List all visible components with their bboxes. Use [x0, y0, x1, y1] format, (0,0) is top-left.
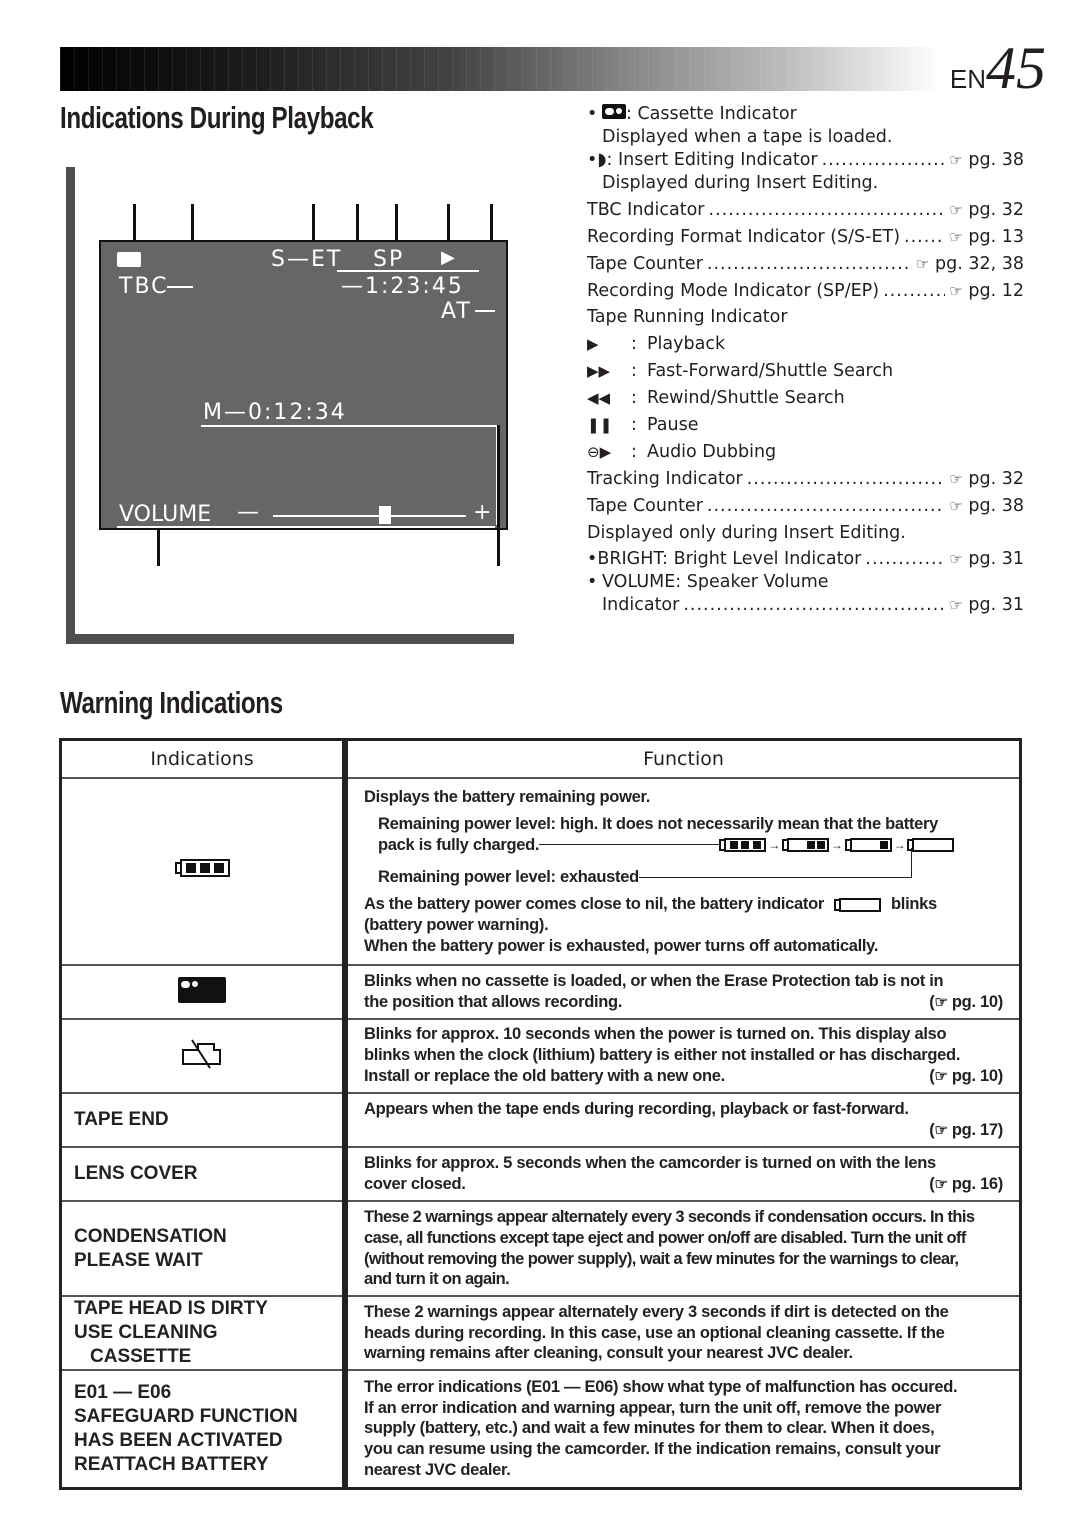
osd-volume-plus: + [473, 500, 494, 525]
table-row: Blinks when no cassette is loaded, or wh… [60, 964, 1021, 1019]
list-item: Recording Mode Indicator (SP/EP) ☞ pg. 1… [587, 281, 1024, 308]
battery-two-thirds-icon [781, 837, 829, 852]
section-title-warnings: Warning Indications [60, 685, 283, 720]
page-ref: pg. 32 [968, 199, 1024, 220]
fast-forward-icon: ▶▶ [587, 362, 611, 381]
page-ref: pg. 13 [968, 226, 1024, 247]
list-item: Displayed only during Insert Editing. [587, 522, 906, 543]
osd-recording-format: S—ET [271, 247, 343, 272]
warning-condensation: CONDENSATION [74, 1225, 227, 1247]
callout-line [497, 425, 500, 566]
osd-volume-thumb [378, 506, 391, 524]
pause-icon: ❚❚ [587, 416, 613, 435]
list-item: Recording Format Indicator (S/S-ET) ☞ pg… [587, 227, 1024, 254]
page-ref: pg. 38 [968, 495, 1024, 516]
battery-empty-icon [834, 897, 882, 912]
indicator-list: • : Cassette Indicator Displayed when a … [587, 104, 1024, 618]
table-row: TAPE HEAD IS DIRTY USE CLEANING CASSETTE T… [60, 1295, 1021, 1370]
osd-play-icon: ▶ [441, 247, 457, 268]
list-item: • : Cassette Indicator [587, 104, 797, 124]
rewind-icon: ◀◀ [587, 389, 611, 408]
insert-edit-icon: ◗: Insert Editing Indicator [597, 150, 818, 170]
list-item: Tape Counter ☞ pg. 38 [587, 496, 1024, 523]
table-row: E01 — E06 SAFEGUARD FUNCTION HAS BEEN ACTI… [60, 1369, 1021, 1488]
page-ref: pg. 12 [968, 280, 1024, 301]
page-ref: pg. 32, 38 [934, 253, 1024, 274]
cassette-icon [178, 977, 226, 1003]
osd-tbc: TBC [119, 274, 169, 299]
hand-icon: ☞ [949, 227, 963, 246]
hand-icon: ☞ [949, 200, 963, 219]
list-item: ❚❚: Pause [587, 415, 699, 436]
table-row: Displays the battery remaining power. Re… [60, 777, 1021, 965]
hand-icon: ☞ [934, 1067, 948, 1085]
page-ref: pg. 38 [968, 150, 1024, 170]
battery-full-icon [719, 837, 767, 852]
list-item: Indicator ☞ pg. 31 [587, 595, 1024, 618]
osd-volume-minus: — [237, 500, 261, 525]
header-indications: Indications [60, 739, 348, 778]
table-header: Indications Function [60, 739, 1021, 778]
battery-empty-icon [907, 837, 955, 852]
hand-icon: ☞ [934, 993, 948, 1011]
hand-icon: ☞ [949, 469, 963, 488]
page-ref: pg. 31 [968, 595, 1024, 616]
callout-line [157, 530, 160, 566]
clock-battery-icon [182, 1038, 221, 1069]
warning-error-codes: E01 — E06 [74, 1381, 172, 1403]
list-item: • BRIGHT: Bright Level Indicator ☞ pg. 3… [587, 549, 1024, 572]
play-icon: ▶ [587, 335, 599, 354]
osd-screen: TBC S—ET SP ▶ —1:23:45 AT M—0:12:34 VOLU… [99, 240, 508, 530]
table-row: Blinks for approx. 10 seconds when the p… [60, 1018, 1021, 1093]
warning-tape-head-dirty: TAPE HEAD IS DIRTY [74, 1298, 268, 1319]
hand-icon: ☞ [915, 254, 930, 273]
list-item: Tape Counter ☞ pg. 32, 38 [587, 254, 1024, 281]
warning-table: Indications Function Displays the batter… [59, 738, 1022, 1490]
table-row: TAPE END Appears when the tape ends duri… [60, 1092, 1021, 1147]
hand-icon: ☞ [949, 151, 963, 169]
battery-full-icon [174, 859, 230, 877]
osd-recording-mode: SP [373, 247, 405, 272]
hand-icon: ☞ [934, 1121, 948, 1139]
table-row: LENS COVER Blinks for approx. 5 seconds … [60, 1146, 1021, 1201]
page-number-value: 45 [986, 35, 1046, 101]
list-item: ▶▶: Fast-Forward/Shuttle Search [587, 361, 894, 382]
osd-memory-counter: M—0:12:34 [203, 400, 347, 425]
list-item: ⊖▶: Audio Dubbing [587, 441, 777, 462]
list-item: ▶: Playback [587, 334, 726, 355]
list-item: Displayed during Insert Editing. [602, 173, 879, 193]
warning-lens-cover: LENS COVER [74, 1163, 198, 1184]
hand-icon: ☞ [949, 596, 963, 615]
battery-one-third-icon [844, 837, 892, 852]
cassette-icon [117, 252, 141, 267]
diagram-frame-bottom [66, 634, 514, 644]
hand-icon: ☞ [949, 550, 963, 569]
osd-volume-label: VOLUME [119, 502, 212, 527]
osd-volume-track [273, 515, 466, 517]
list-item: • VOLUME: Speaker Volume [587, 572, 829, 593]
list-item: TBC Indicator ☞ pg. 32 [587, 200, 1024, 227]
list-item: Tape Running Indicator [587, 307, 788, 328]
list-item: Displayed when a tape is loaded. [602, 127, 893, 147]
hand-icon: ☞ [949, 281, 963, 300]
list-item: ◀◀: Rewind/Shuttle Search [587, 388, 845, 409]
diagram-frame [66, 167, 75, 644]
page-lang: EN [949, 64, 986, 94]
hand-icon: ☞ [934, 1175, 948, 1193]
audio-dub-icon: ⊖▶ [587, 442, 612, 461]
osd-tracking: AT [441, 299, 472, 324]
playback-osd-diagram: TBC S—ET SP ▶ —1:23:45 AT M—0:12:34 VOLU… [0, 0, 540, 660]
page-ref: pg. 31 [968, 549, 1024, 570]
table-row: CONDENSATION PLEASE WAIT These 2 warnings… [60, 1200, 1021, 1296]
warning-tape-end: TAPE END [74, 1109, 169, 1130]
header-function: Function [643, 748, 724, 770]
list-item: • ◗: Insert Editing Indicator ☞ pg. 38 [587, 150, 1024, 173]
cassette-icon [602, 104, 626, 119]
page-ref: pg. 32 [968, 468, 1024, 489]
osd-tape-counter: —1:23:45 [341, 274, 464, 299]
hand-icon: ☞ [949, 496, 963, 515]
list-item: Tracking Indicator ☞ pg. 32 [587, 469, 1024, 496]
page-number: EN 45 [950, 38, 1046, 98]
warning-please-wait: PLEASE WAIT [74, 1249, 203, 1271]
